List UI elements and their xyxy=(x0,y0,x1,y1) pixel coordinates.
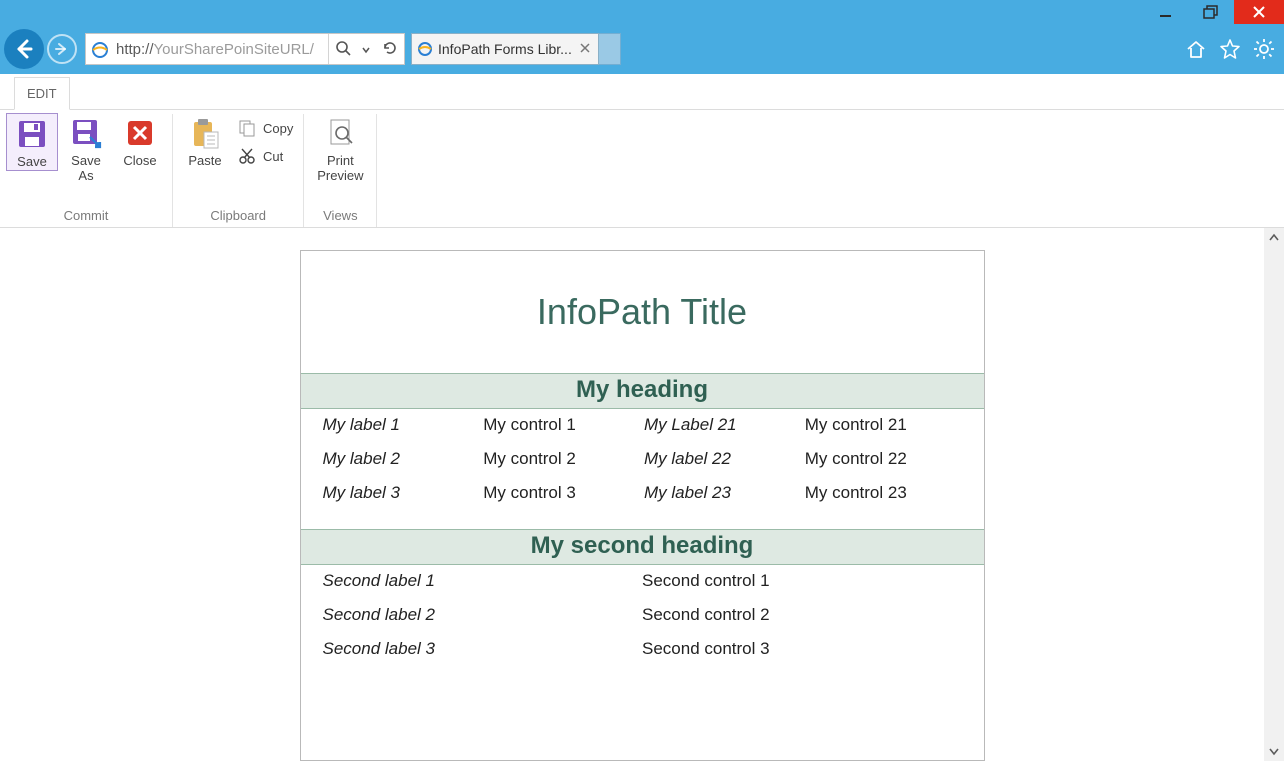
field-label: Second label 1 xyxy=(323,571,643,591)
save-as-label: Save As xyxy=(71,154,101,184)
browser-tab[interactable]: InfoPath Forms Libr... xyxy=(411,33,599,65)
section-1-heading: My heading xyxy=(301,373,984,409)
ribbon-body: Save Save As Close Commit xyxy=(0,110,1284,228)
copy-button[interactable]: Copy xyxy=(233,116,297,140)
form-title: InfoPath Title xyxy=(301,251,984,373)
paste-icon xyxy=(188,116,222,150)
save-icon xyxy=(15,117,49,151)
dropdown-icon[interactable] xyxy=(362,41,370,57)
field-label: My label 2 xyxy=(323,449,480,469)
field-control[interactable]: Second control 1 xyxy=(642,571,962,591)
ie-tab-icon xyxy=(416,39,434,60)
print-preview-button[interactable]: Print Preview xyxy=(310,114,370,184)
ribbon-group-views: Print Preview Views xyxy=(304,114,377,227)
paste-button[interactable]: Paste xyxy=(179,114,231,169)
scroll-up-icon[interactable] xyxy=(1264,228,1284,248)
copy-label: Copy xyxy=(263,121,293,136)
back-button[interactable] xyxy=(4,29,44,69)
field-control[interactable]: Second control 3 xyxy=(642,639,962,659)
field-control[interactable]: My control 21 xyxy=(805,415,962,435)
home-icon[interactable] xyxy=(1184,37,1208,61)
scroll-down-icon[interactable] xyxy=(1264,741,1284,761)
field-control[interactable]: My control 3 xyxy=(483,483,640,503)
refresh-icon[interactable] xyxy=(382,40,398,59)
ribbon-tab-row: EDIT xyxy=(0,74,1284,110)
field-label: My label 1 xyxy=(323,415,480,435)
close-icon xyxy=(123,116,157,150)
field-label: Second label 2 xyxy=(323,605,643,625)
ribbon-tab-edit[interactable]: EDIT xyxy=(14,77,70,110)
address-actions xyxy=(328,34,404,64)
address-url: YourSharePoinSiteURL/ xyxy=(154,41,314,58)
ribbon-group-clipboard: Paste Copy Cut Clipboard xyxy=(173,114,304,227)
print-preview-label: Print Preview xyxy=(317,154,363,184)
group-label-clipboard: Clipboard xyxy=(179,208,297,227)
field-control[interactable]: My control 2 xyxy=(483,449,640,469)
infopath-form: InfoPath Title My heading My label 1 My … xyxy=(300,250,985,761)
close-window-button[interactable] xyxy=(1234,0,1284,24)
form-section-1: My heading My label 1 My control 1 My La… xyxy=(301,373,984,529)
tab-title: InfoPath Forms Libr... xyxy=(434,41,576,57)
save-label: Save xyxy=(17,155,47,170)
settings-icon[interactable] xyxy=(1252,37,1276,61)
address-bar[interactable]: http://YourSharePoinSiteURL/ xyxy=(85,33,405,65)
section-2-grid: Second label 1 Second control 1 Second l… xyxy=(301,565,984,679)
favorites-icon[interactable] xyxy=(1218,37,1242,61)
field-control[interactable]: My control 23 xyxy=(805,483,962,503)
save-as-icon xyxy=(69,116,103,150)
address-proto: http:// xyxy=(116,41,154,58)
field-control[interactable]: My control 22 xyxy=(805,449,962,469)
group-label-views: Views xyxy=(310,208,370,227)
tab-close-icon[interactable] xyxy=(576,41,594,57)
restore-button[interactable] xyxy=(1188,0,1234,24)
ie-page-icon xyxy=(86,39,114,59)
section-2-heading: My second heading xyxy=(301,529,984,565)
group-label-commit: Commit xyxy=(6,208,166,227)
section-1-grid: My label 1 My control 1 My Label 21 My c… xyxy=(301,409,984,529)
field-label: My label 22 xyxy=(644,449,801,469)
field-label: Second label 3 xyxy=(323,639,643,659)
cut-button[interactable]: Cut xyxy=(233,144,297,168)
close-label: Close xyxy=(123,154,156,169)
field-control[interactable]: Second control 2 xyxy=(642,605,962,625)
minimize-button[interactable] xyxy=(1142,0,1188,24)
cut-icon xyxy=(237,146,257,166)
ribbon-group-commit: Save Save As Close Commit xyxy=(0,114,173,227)
search-icon[interactable] xyxy=(335,40,351,59)
content-area: InfoPath Title My heading My label 1 My … xyxy=(0,228,1284,761)
scrollbar[interactable] xyxy=(1264,228,1284,761)
paste-label: Paste xyxy=(188,154,221,169)
print-preview-icon xyxy=(323,116,357,150)
field-control[interactable]: My control 1 xyxy=(483,415,640,435)
address-text: http://YourSharePoinSiteURL/ xyxy=(114,41,328,58)
field-label: My label 3 xyxy=(323,483,480,503)
save-as-button[interactable]: Save As xyxy=(60,114,112,184)
new-tab-button[interactable] xyxy=(599,33,621,65)
save-button[interactable]: Save xyxy=(6,113,58,171)
browser-toolbar: http://YourSharePoinSiteURL/ InfoPath Fo… xyxy=(0,24,1284,74)
cut-label: Cut xyxy=(263,149,283,164)
field-label: My label 23 xyxy=(644,483,801,503)
field-label: My Label 21 xyxy=(644,415,801,435)
close-button[interactable]: Close xyxy=(114,114,166,169)
browser-tools xyxy=(1184,24,1276,74)
copy-icon xyxy=(237,118,257,138)
forward-button[interactable] xyxy=(47,34,77,64)
form-section-2: My second heading Second label 1 Second … xyxy=(301,529,984,679)
window-chrome xyxy=(0,0,1284,24)
